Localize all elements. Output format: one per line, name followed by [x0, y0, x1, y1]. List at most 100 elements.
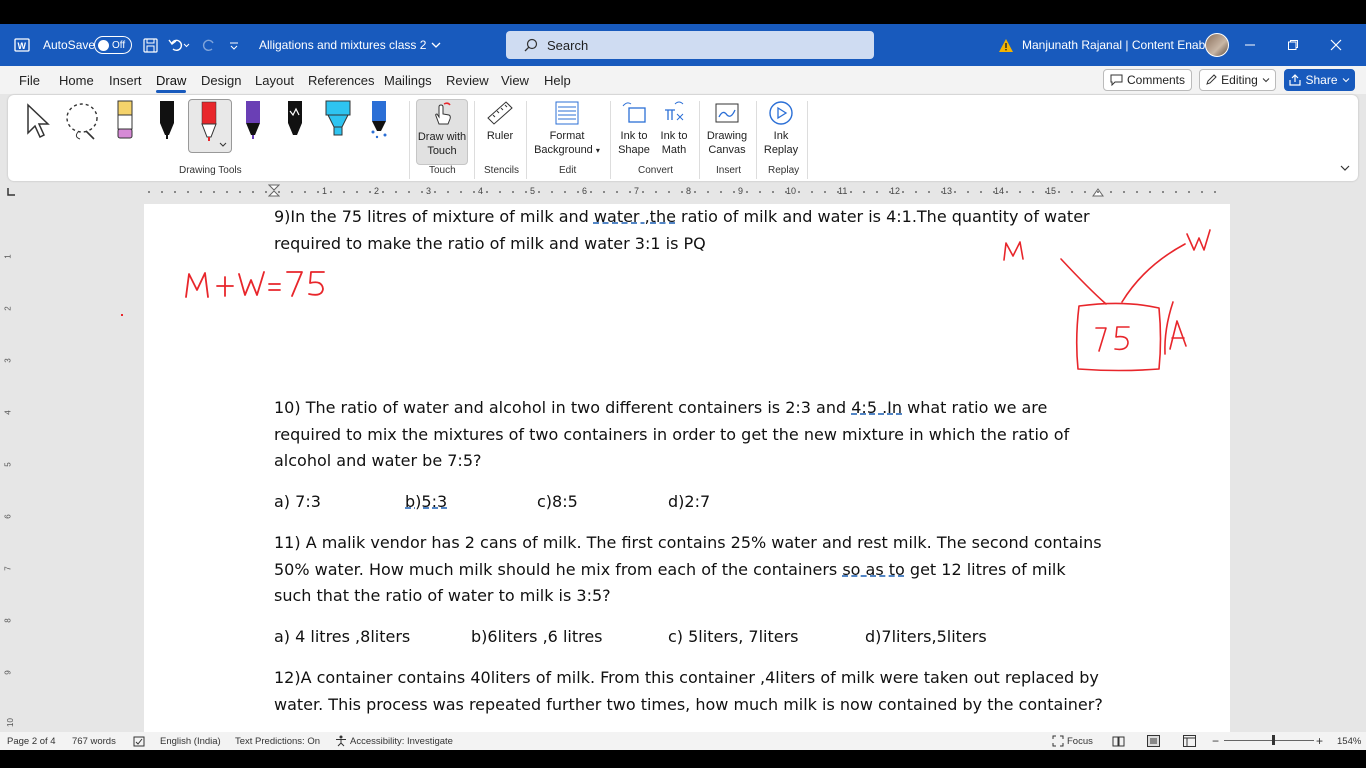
avatar[interactable] [1205, 24, 1229, 66]
ruler-tick [993, 191, 995, 193]
draw-with-touch-button[interactable]: Draw with Touch [416, 99, 468, 165]
customize-toolbar-icon[interactable] [229, 24, 239, 66]
proofing-icon[interactable] [133, 736, 145, 747]
tab-file[interactable]: File [19, 73, 40, 88]
comments-button[interactable]: Comments [1103, 69, 1192, 91]
format-background-text: Background [534, 144, 593, 156]
format-background-button[interactable]: Format Background ▾ [532, 99, 602, 158]
ruler-tick [642, 191, 644, 193]
ruler-tick [694, 191, 696, 193]
language-status[interactable]: English (India) [160, 736, 221, 747]
replay-icon [766, 99, 796, 127]
ruler-tick [447, 191, 449, 193]
tab-help[interactable]: Help [544, 73, 571, 88]
tab-view[interactable]: View [501, 73, 529, 88]
tab-home[interactable]: Home [59, 73, 94, 88]
search-box[interactable]: Search [506, 31, 874, 59]
undo-icon[interactable] [168, 24, 190, 66]
ruler-number: 12 [890, 186, 901, 196]
autosave-toggle[interactable]: Off [94, 24, 132, 66]
ink-to-math-line2: Math [661, 144, 687, 156]
ink-annotations[interactable] [144, 204, 1230, 732]
highlighter-pink-icon[interactable] [115, 99, 135, 146]
ruler-tick [1149, 191, 1151, 193]
tab-stop-icon[interactable] [6, 187, 16, 197]
minimize-icon[interactable] [1244, 24, 1274, 66]
document-page[interactable]: 9)In the 75 litres of mixture of milk an… [144, 204, 1230, 732]
print-layout-icon[interactable] [1147, 735, 1160, 747]
pen-pattern-icon[interactable] [285, 99, 305, 146]
zoom-in-icon[interactable]: + [1316, 734, 1323, 748]
tab-references[interactable]: References [308, 73, 374, 88]
ruler-number: 13 [942, 186, 953, 196]
ruler-tick [1058, 191, 1060, 193]
share-button[interactable]: Share [1284, 69, 1355, 91]
zoom-slider[interactable] [1224, 740, 1314, 741]
ruler-tick [213, 191, 215, 193]
vruler-number: 5 [3, 462, 13, 467]
vruler-number: 6 [3, 514, 13, 519]
pen-black-icon[interactable] [157, 99, 177, 146]
ruler-tick [226, 191, 228, 193]
editing-mode-button[interactable]: Editing [1199, 69, 1276, 91]
highlighter-cyan-icon[interactable] [324, 99, 352, 146]
warning-icon[interactable] [998, 24, 1014, 66]
restore-icon[interactable] [1287, 24, 1317, 66]
pen-galaxy-icon[interactable] [368, 99, 390, 146]
tab-review[interactable]: Review [446, 73, 489, 88]
ruler-tick [356, 191, 358, 193]
page-count[interactable]: Page 2 of 4 [7, 736, 56, 747]
word-count[interactable]: 767 words [72, 736, 116, 747]
zoom-level[interactable]: 154% [1337, 736, 1361, 747]
select-tool-icon[interactable] [24, 103, 52, 144]
zoom-out-icon[interactable]: − [1212, 734, 1219, 748]
horizontal-ruler[interactable]: 1 2 3 4 5 6 7 8 9 10 11 12 13 14 15 [0, 184, 1366, 200]
pen-red-selected[interactable] [188, 99, 232, 153]
zoom-slider-thumb[interactable] [1272, 735, 1275, 745]
ruler-tick [1136, 191, 1138, 193]
tab-insert[interactable]: Insert [109, 73, 142, 88]
ruler-tick [291, 191, 293, 193]
pen-purple-icon[interactable] [243, 99, 263, 146]
format-background-line1: Format [549, 130, 585, 142]
tab-mailings[interactable]: Mailings [384, 73, 432, 88]
vruler-number: 9 [3, 670, 13, 675]
web-layout-icon[interactable] [1183, 735, 1196, 747]
ruler-number: 10 [786, 186, 797, 196]
tab-design[interactable]: Design [201, 73, 241, 88]
ink-to-shape-button[interactable]: Ink to Shape [616, 99, 652, 157]
redo-icon[interactable] [201, 24, 217, 66]
collapse-ribbon-icon[interactable] [1340, 159, 1350, 177]
ink-to-shape-icon [619, 99, 649, 127]
right-indent-marker-icon[interactable] [1092, 188, 1104, 198]
ink-replay-button[interactable]: Ink Replay [763, 99, 799, 157]
user-name[interactable]: Manjunath Rajanal | Content Enablers [1022, 24, 1225, 66]
ink-to-math-button[interactable]: Ink to Math [656, 99, 692, 157]
vruler-number: 10 [5, 718, 15, 727]
ruler-tick [824, 191, 826, 193]
svg-text:W: W [18, 41, 27, 51]
focus-button[interactable]: Focus [1067, 736, 1093, 747]
ruler-button[interactable]: Ruler [482, 99, 518, 143]
read-mode-icon[interactable] [1112, 736, 1125, 747]
separator [409, 101, 410, 179]
save-icon[interactable] [143, 24, 158, 66]
tab-layout[interactable]: Layout [255, 73, 294, 88]
vruler-number: 1 [3, 254, 13, 259]
ruler-tick [759, 191, 761, 193]
ruler-tick [460, 191, 462, 193]
tab-draw[interactable]: Draw [156, 73, 187, 93]
lasso-select-icon[interactable] [64, 101, 102, 146]
drawing-canvas-button[interactable]: Drawing Canvas [705, 99, 749, 157]
accessibility-status[interactable]: Accessibility: Investigate [350, 736, 453, 747]
ruler-tick [1162, 191, 1164, 193]
ink-diagram [1003, 229, 1211, 372]
ruler-tick [616, 191, 618, 193]
ruler-tick [798, 191, 800, 193]
document-title[interactable]: Alligations and mixtures class 2 [259, 24, 442, 66]
ruler-tick [265, 191, 267, 193]
text-predictions-status[interactable]: Text Predictions: On [235, 736, 320, 747]
ruler-tick [1188, 191, 1190, 193]
close-icon[interactable] [1330, 24, 1360, 66]
ruler-tick [278, 191, 280, 193]
